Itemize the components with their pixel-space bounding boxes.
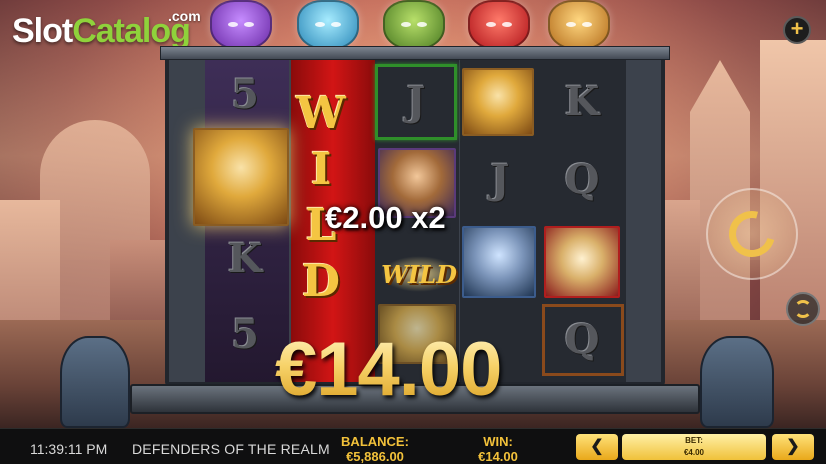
symbol-q: Q	[564, 155, 600, 203]
win-label: WIN:	[483, 434, 513, 449]
castle-left-tower	[0, 200, 60, 340]
menu-plus-button[interactable]: +	[783, 16, 811, 44]
bet-increase-button[interactable]: ❯	[772, 434, 814, 460]
green-guardian-icon	[383, 0, 445, 50]
bet-decrease-button[interactable]: ❮	[576, 434, 618, 460]
symbol-q: Q	[564, 315, 600, 363]
odin-symbol	[544, 226, 620, 298]
win-value: €14.00	[478, 449, 518, 464]
runestone-left	[60, 336, 130, 428]
symbol-k: K	[564, 77, 600, 125]
symbol-five: 5	[231, 70, 259, 118]
red-guardian-icon	[468, 0, 530, 50]
thor-symbol	[462, 226, 536, 298]
bet-label: BET:	[685, 436, 703, 445]
bet-display[interactable]: BET: €4.00	[622, 434, 766, 460]
autoplay-icon	[794, 300, 812, 318]
balance-label: BALANCE:	[341, 434, 409, 449]
wild-letter: D	[301, 256, 341, 307]
wild-symbol-small: WILD	[381, 256, 457, 292]
bet-value: €4.00	[683, 448, 705, 457]
spin-arrow-icon	[720, 202, 784, 266]
game-title: DEFENDERS OF THE REALM	[132, 441, 330, 457]
wild-letter: I	[310, 144, 332, 195]
logo-com-text: .com	[168, 8, 201, 24]
spin-button[interactable]	[706, 188, 798, 280]
total-win-amount: €14.00	[275, 327, 502, 412]
blue-guardian-icon	[297, 0, 359, 50]
symbol-five: 5	[231, 310, 259, 358]
castle-right-tower	[760, 40, 826, 330]
symbol-j: J	[406, 77, 426, 125]
logo-slot-text: Slot	[12, 12, 73, 50]
symbol-j: J	[490, 155, 510, 203]
gold-guardian-icon	[548, 0, 610, 50]
clock: 11:39:11 PM	[30, 441, 108, 457]
autoplay-button[interactable]	[786, 292, 820, 326]
purple-guardian-icon	[210, 0, 272, 50]
wild-letter: W	[296, 88, 346, 139]
balance-value: €5,886.00	[346, 449, 404, 464]
blonde-heroine-symbol	[193, 128, 289, 226]
runestone-right	[700, 336, 774, 428]
line-win-text: €2.00 x2	[325, 200, 446, 235]
symbol-k: K	[227, 234, 263, 282]
blonde-heroine-symbol-small	[462, 68, 534, 136]
reel-frame-top	[160, 46, 670, 60]
